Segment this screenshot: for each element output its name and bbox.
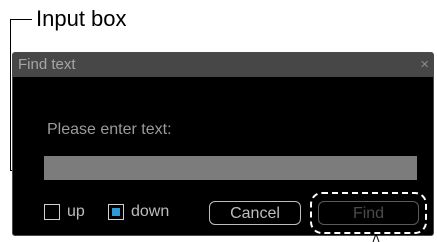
find-text-dialog: Find text × Please enter text: up down C… [12, 52, 434, 236]
prompt-label: Please enter text: [47, 121, 172, 138]
direction-up-option[interactable]: up [44, 202, 85, 222]
callout-leader-line [10, 19, 11, 170]
callout-label: Input box [36, 6, 127, 31]
checkbox-icon[interactable] [44, 204, 60, 220]
dialog-title: Find text [18, 56, 76, 73]
callout-leader-line [10, 19, 32, 20]
close-icon[interactable]: × [420, 56, 429, 74]
direction-down-option[interactable]: down [108, 202, 169, 222]
dialog-titlebar: Find text × [13, 53, 433, 77]
search-input[interactable] [44, 156, 417, 180]
find-button[interactable]: Find [318, 201, 419, 225]
direction-down-label: down [131, 203, 170, 220]
cancel-button[interactable]: Cancel [209, 201, 301, 225]
checkbox-icon[interactable] [108, 204, 124, 220]
direction-up-label: up [67, 203, 85, 220]
